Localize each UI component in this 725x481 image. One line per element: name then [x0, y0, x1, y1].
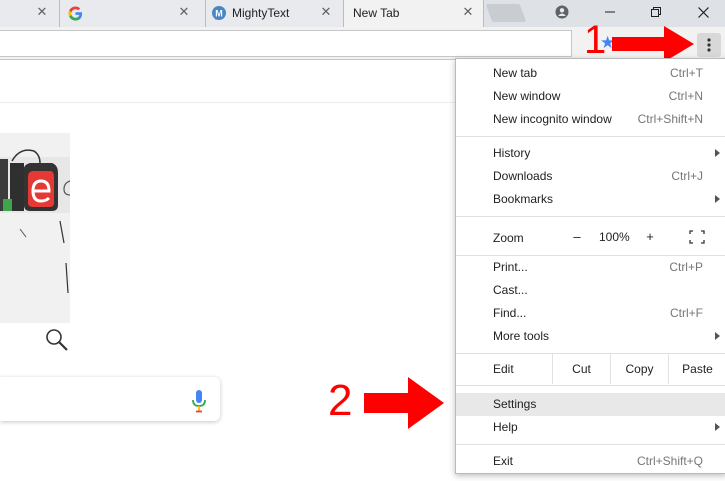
menu-separator	[456, 216, 725, 217]
chrome-menu-button[interactable]	[697, 33, 721, 57]
tab-strip: ✕ ✕ M MightyText ✕ New Tab ✕	[0, 0, 725, 27]
annotation-arrow-icon	[612, 26, 694, 62]
browser-window: ✕ ✕ M MightyText ✕ New Tab ✕ ★ 1 New tab…	[0, 0, 725, 481]
edit-label: Edit	[493, 362, 514, 376]
menu-zoom-row: Zoom – 100% +	[456, 222, 725, 252]
menu-item-shortcut: Ctrl+F	[670, 306, 703, 320]
menu-separator	[456, 444, 725, 445]
minimize-icon	[605, 11, 615, 13]
menu-item-downloads[interactable]: Downloads Ctrl+J	[456, 165, 725, 188]
mightytext-icon: M	[212, 6, 226, 20]
menu-item-shortcut: Ctrl+Shift+Q	[636, 454, 703, 468]
menu-item-label: Find...	[493, 306, 527, 320]
tab-blank[interactable]: ✕	[0, 0, 60, 27]
menu-item-label: More tools	[493, 329, 550, 343]
menu-item-shortcut: Ctrl+J	[671, 169, 703, 183]
more-vert-icon	[707, 38, 711, 52]
annotation-step-2: 2	[328, 376, 353, 425]
tab-mightytext[interactable]: M MightyText ✕	[206, 0, 344, 27]
tab-title: New Tab	[353, 6, 400, 20]
menu-item-label: History	[493, 146, 531, 160]
menu-item-label: New tab	[493, 66, 538, 80]
zoom-level: 100%	[599, 230, 630, 244]
menu-item-label: Cast...	[493, 283, 528, 297]
profile-button[interactable]	[540, 0, 584, 24]
fullscreen-icon[interactable]	[689, 230, 705, 244]
menu-item-settings[interactable]: Settings	[456, 393, 725, 416]
annotation-step-1: 1	[584, 18, 607, 62]
menu-item-label: Print...	[493, 260, 528, 274]
zoom-out-button[interactable]: –	[569, 229, 585, 244]
microphone-icon[interactable]	[190, 389, 208, 413]
menu-item-print[interactable]: Print... Ctrl+P	[456, 256, 725, 279]
tab-close-icon[interactable]: ✕	[460, 4, 476, 20]
menu-separator	[456, 385, 725, 386]
tab-title: MightyText	[232, 6, 290, 20]
menu-edit-row: Edit Cut Copy Paste	[456, 353, 725, 384]
menu-item-new-window[interactable]: New window Ctrl+N	[456, 85, 725, 108]
tab-google[interactable]: ✕	[60, 0, 206, 27]
menu-item-shortcut: Ctrl+T	[670, 66, 703, 80]
menu-item-label: Bookmarks	[493, 192, 554, 206]
menu-item-bookmarks[interactable]: Bookmarks	[456, 188, 725, 211]
menu-item-label: Settings	[493, 397, 537, 411]
menu-item-find[interactable]: Find... Ctrl+F	[456, 302, 725, 325]
paste-button[interactable]: Paste	[668, 353, 725, 384]
tab-close-icon[interactable]: ✕	[318, 4, 334, 20]
chevron-right-icon	[715, 423, 720, 431]
menu-item-shortcut: Ctrl+P	[669, 260, 703, 274]
annotation-arrow-icon	[364, 377, 444, 429]
menu-item-exit[interactable]: Exit Ctrl+Shift+Q	[456, 450, 725, 473]
window-close-button[interactable]	[680, 0, 725, 24]
menu-item-more-tools[interactable]: More tools	[456, 325, 725, 348]
menu-item-label: Help	[493, 420, 518, 434]
menu-item-shortcut: Ctrl+N	[668, 89, 703, 103]
content-divider	[0, 102, 455, 103]
doodle-search-icon[interactable]	[44, 327, 70, 353]
menu-item-label: New window	[493, 89, 561, 103]
tab-new-tab[interactable]: New Tab ✕	[344, 0, 484, 27]
copy-button[interactable]: Copy	[610, 353, 668, 384]
google-icon	[68, 6, 83, 21]
restore-button[interactable]	[633, 0, 679, 24]
zoom-label: Zoom	[493, 231, 524, 245]
tab-close-icon[interactable]: ✕	[176, 4, 192, 20]
profile-icon	[555, 5, 569, 19]
menu-item-label: Exit	[493, 454, 514, 468]
chrome-menu: New tab Ctrl+T New window Ctrl+N New inc…	[455, 58, 725, 474]
new-tab-button[interactable]	[485, 4, 527, 22]
menu-item-shortcut: Ctrl+Shift+N	[637, 112, 703, 126]
address-bar[interactable]	[0, 30, 572, 57]
menu-item-history[interactable]: History	[456, 142, 725, 165]
menu-item-label: New incognito window	[493, 112, 612, 126]
chevron-right-icon	[715, 195, 720, 203]
tab-close-icon[interactable]: ✕	[34, 4, 50, 20]
close-icon	[697, 6, 709, 18]
zoom-in-button[interactable]: +	[642, 229, 658, 244]
cut-button[interactable]: Cut	[552, 353, 610, 384]
menu-item-help[interactable]: Help	[456, 416, 725, 439]
chevron-right-icon	[715, 332, 720, 340]
menu-item-new-incognito-window[interactable]: New incognito window Ctrl+Shift+N	[456, 108, 725, 131]
menu-item-label: Downloads	[493, 169, 553, 183]
svg-text:M: M	[215, 9, 223, 19]
search-box[interactable]	[0, 377, 220, 421]
restore-icon	[651, 7, 661, 17]
menu-item-cast[interactable]: Cast...	[456, 279, 725, 302]
google-doodle[interactable]	[0, 133, 70, 353]
menu-separator	[456, 136, 725, 137]
chevron-right-icon	[715, 149, 720, 157]
menu-item-new-tab[interactable]: New tab Ctrl+T	[456, 62, 725, 85]
